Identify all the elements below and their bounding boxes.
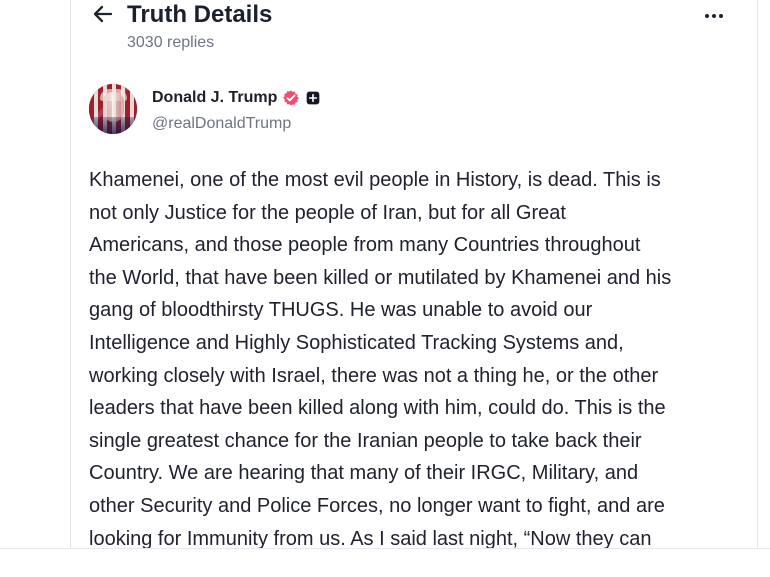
post-text-line: not only Justice for the people of Iran,… bbox=[89, 201, 566, 224]
author-block: Donald J. Trump @realDonaldTrump bbox=[89, 84, 419, 140]
page-title: Truth Details bbox=[127, 1, 273, 28]
post-text-line: single greatest chance for the Iranian p… bbox=[89, 429, 642, 452]
post-text-line: Country. We are hearing that many of the… bbox=[89, 462, 639, 485]
viewport-bottom-divider bbox=[0, 548, 770, 549]
post-text-line: looking for Immunity from us. As I said … bbox=[89, 527, 652, 548]
reply-count: 3030 replies bbox=[127, 34, 215, 51]
more-horizontal-icon bbox=[719, 14, 723, 18]
plus-badge-icon bbox=[307, 91, 320, 105]
post-text-line: Khamenei, one of the most evil people in… bbox=[89, 169, 661, 191]
display-name-row: Donald J. Trump bbox=[152, 87, 321, 109]
author-handle[interactable]: @realDonaldTrump bbox=[152, 114, 291, 134]
more-options-button[interactable] bbox=[702, 6, 726, 26]
post-text-line: working closely with Israel, there was n… bbox=[89, 364, 659, 387]
verified-badge-icon bbox=[283, 90, 300, 106]
post-text-line: the World, that have been killed or muti… bbox=[89, 266, 672, 289]
author-name[interactable]: Donald J. Trump bbox=[152, 88, 277, 108]
page-header: Truth Details 3030 replies bbox=[91, 0, 741, 60]
avatar-shadow bbox=[89, 117, 137, 134]
truth-details-page: Truth Details 3030 replies Donald J. Tru… bbox=[0, 0, 770, 577]
arrow-left-icon bbox=[93, 5, 113, 23]
more-horizontal-icon bbox=[712, 14, 716, 18]
post-text-line: Intelligence and Highly Sophisticated Tr… bbox=[89, 331, 624, 354]
post-text-line: gang of bloodthirsty THUGS. He was unabl… bbox=[89, 299, 593, 322]
post-text-line: leaders that have been killed along with… bbox=[89, 397, 666, 420]
back-button[interactable] bbox=[91, 2, 115, 26]
post-text-line: Americans, and those people from many Co… bbox=[89, 234, 641, 257]
post-body: Khamenei, one of the most evil people in… bbox=[89, 164, 744, 548]
avatar[interactable] bbox=[89, 84, 137, 134]
more-horizontal-icon bbox=[705, 14, 709, 18]
post-text-line: other Security and Police Forces, no lon… bbox=[89, 494, 665, 517]
content-left-border bbox=[70, 0, 71, 548]
content-right-border bbox=[757, 0, 758, 548]
